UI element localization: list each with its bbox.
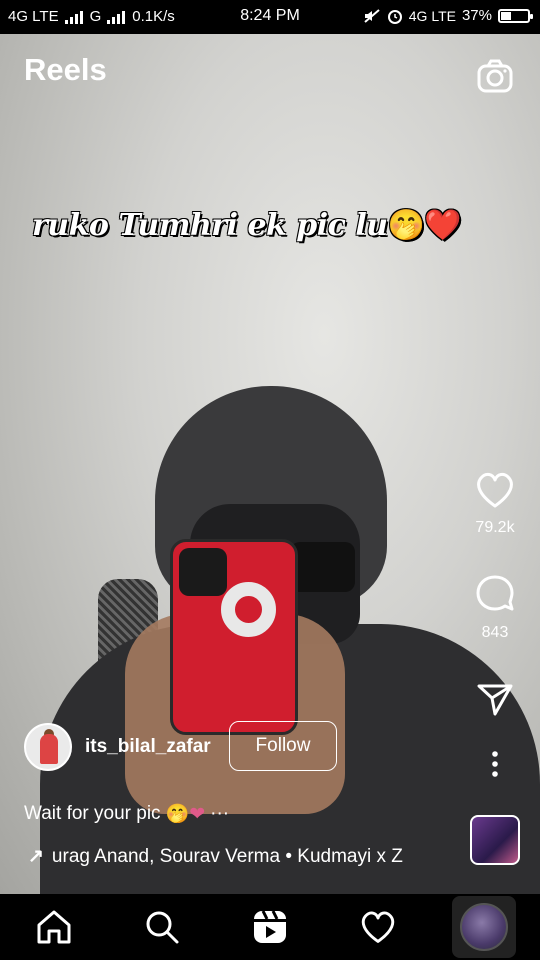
page-title: Reels	[24, 52, 107, 87]
caption[interactable]: Wait for your pic 🤭❤ ···	[24, 802, 229, 826]
nav-home[interactable]	[31, 904, 77, 950]
like-count: 79.2k	[475, 519, 515, 536]
caption-emojis: 🤭❤	[165, 804, 206, 825]
caption-more[interactable]: ···	[210, 803, 229, 825]
sunglasses-shape	[290, 542, 355, 592]
avatar[interactable]	[24, 723, 72, 771]
username[interactable]: its_bilal_zafar	[85, 736, 211, 758]
share-action[interactable]	[465, 682, 525, 723]
network-label-right: 4G LTE	[408, 7, 456, 24]
comment-action[interactable]: 843	[465, 573, 525, 642]
more-icon[interactable]	[490, 750, 500, 778]
nav-reels[interactable]	[247, 904, 293, 950]
overlay-heart: ❤️	[424, 208, 462, 243]
reels-icon	[254, 910, 286, 943]
camera-button[interactable]	[476, 57, 514, 95]
nav-activity[interactable]	[355, 904, 401, 950]
profile-icon	[460, 903, 508, 951]
caption-text: Wait for your pic	[24, 803, 161, 824]
nav-profile[interactable]	[452, 896, 516, 958]
activity-icon	[361, 911, 395, 943]
status-bar: 4G LTE G 0.1K/s 8:24 PM 4G LTE 37%	[0, 0, 540, 34]
home-icon	[37, 910, 71, 944]
phone-logo-shape	[221, 582, 276, 637]
comment-count: 843	[481, 624, 509, 641]
battery-icon	[498, 8, 533, 23]
video-overlay-text: ruko Tumhri ek pic lu🤭❤️	[32, 208, 462, 243]
avatar-body-shape	[40, 734, 58, 764]
status-right: 4G LTE 37%	[363, 7, 533, 24]
alarm-icon	[387, 9, 402, 24]
battery-percent: 37%	[461, 7, 492, 24]
heart-icon[interactable]	[474, 470, 516, 510]
phone-shape	[170, 539, 298, 735]
follow-button[interactable]: Follow	[229, 721, 337, 771]
audio-text: urag Anand, Sourav Verma • Kudmayi x Z	[51, 845, 403, 867]
share-icon[interactable]	[475, 682, 515, 718]
like-action[interactable]: 79.2k	[465, 470, 525, 537]
reels-screen: 4G LTE G 0.1K/s 8:24 PM 4G LTE 37% ruko …	[0, 0, 540, 960]
camera-icon	[477, 59, 513, 93]
more-action[interactable]	[465, 750, 525, 783]
audio-info[interactable]: ↗ urag Anand, Sourav Verma • Kudmayi x Z	[28, 845, 403, 868]
audio-thumbnail[interactable]	[470, 815, 520, 865]
mute-icon	[364, 8, 380, 23]
phone-camera-shape	[179, 548, 227, 596]
search-icon	[146, 911, 179, 944]
comment-icon[interactable]	[474, 573, 516, 615]
nav-search[interactable]	[139, 904, 185, 950]
overlay-text: ruko Tumhri ek pic lu	[32, 208, 388, 243]
overlay-emoji: 🤭	[387, 208, 425, 243]
audio-arrow-icon: ↗	[28, 846, 44, 867]
